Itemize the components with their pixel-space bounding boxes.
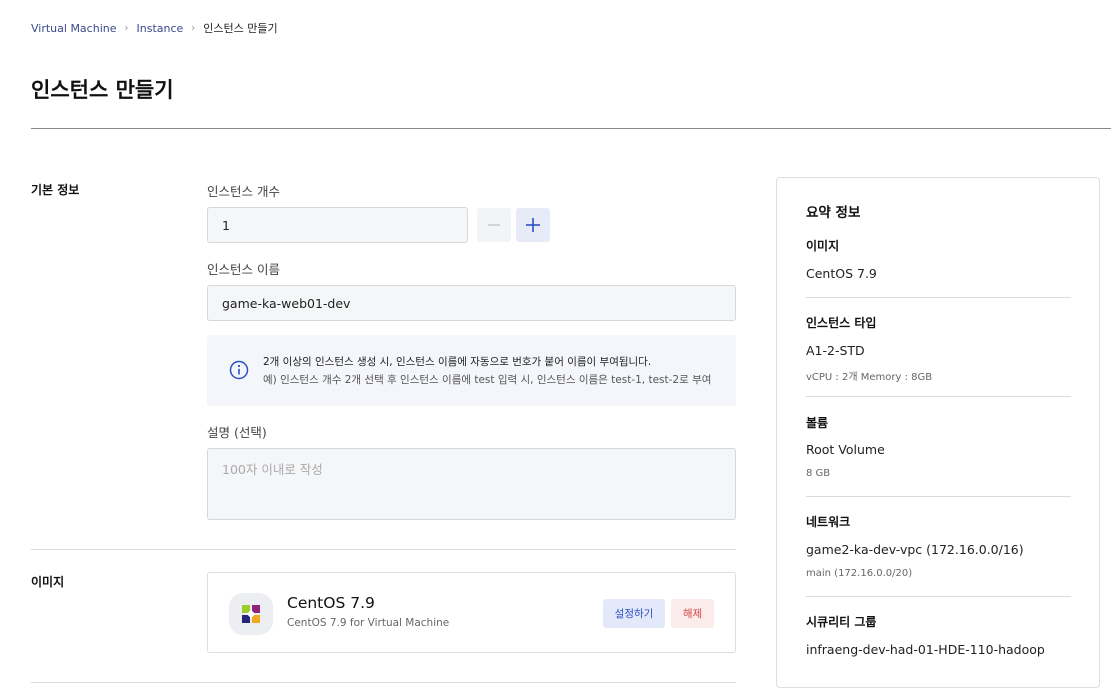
os-description: CentOS 7.9 for Virtual Machine bbox=[287, 617, 450, 629]
instance-count-label: 인스턴스 개수 bbox=[207, 184, 280, 199]
summary-security-group-value: infraeng-dev-had-01-HDE-110-hadoop bbox=[806, 642, 1045, 657]
summary-image-value: CentOS 7.9 bbox=[806, 266, 877, 281]
info-icon bbox=[229, 360, 249, 380]
breadcrumb-current: 인스턴스 만들기 bbox=[203, 22, 278, 35]
section-divider bbox=[31, 549, 736, 550]
summary-network-value: game2-ka-dev-vpc (172.16.0.0/16) bbox=[806, 542, 1024, 557]
summary-divider bbox=[806, 396, 1071, 397]
summary-divider bbox=[806, 297, 1071, 298]
description-label: 설명 (선택) bbox=[207, 425, 267, 440]
summary-volume-value: Root Volume bbox=[806, 442, 885, 457]
section-label-image: 이미지 bbox=[31, 575, 65, 589]
os-name: CentOS 7.9 bbox=[287, 594, 375, 612]
summary-type-spec: vCPU : 2개 Memory : 8GB bbox=[806, 372, 933, 383]
breadcrumb: Virtual Machine › Instance › 인스턴스 만들기 bbox=[31, 20, 278, 36]
chevron-right-icon: › bbox=[191, 22, 196, 34]
summary-panel: 요약 정보 이미지 CentOS 7.9 인스턴스 타입 A1-2-STD vC… bbox=[776, 177, 1100, 688]
instance-name-label: 인스턴스 이름 bbox=[207, 262, 280, 277]
plus-icon bbox=[526, 218, 540, 232]
section-label-basic-info: 기본 정보 bbox=[31, 183, 80, 197]
image-card: CentOS 7.9 CentOS 7.9 for Virtual Machin… bbox=[207, 572, 736, 653]
summary-network-subnet: main (172.16.0.0/20) bbox=[806, 568, 913, 579]
increment-button[interactable] bbox=[516, 208, 550, 242]
section-divider bbox=[31, 682, 736, 683]
summary-network-heading: 네트워크 bbox=[806, 515, 851, 529]
configure-button[interactable]: 설정하기 bbox=[603, 599, 665, 628]
release-button[interactable]: 해제 bbox=[671, 599, 714, 628]
summary-image-heading: 이미지 bbox=[806, 239, 840, 253]
summary-type-value: A1-2-STD bbox=[806, 343, 865, 358]
summary-divider bbox=[806, 496, 1071, 497]
info-text-line1: 2개 이상의 인스턴스 생성 시, 인스턴스 이름에 자동으로 번호가 붙어 이… bbox=[263, 356, 652, 368]
summary-volume-size: 8 GB bbox=[806, 468, 831, 479]
instance-count-input[interactable]: 1 bbox=[207, 207, 468, 243]
description-textarea[interactable]: 100자 이내로 작성 bbox=[207, 448, 736, 520]
breadcrumb-instance[interactable]: Instance bbox=[137, 22, 184, 35]
info-text-line2: 예) 인스턴스 개수 2개 선택 후 인스턴스 이름에 test 입력 시, 인… bbox=[263, 374, 712, 386]
summary-divider bbox=[806, 596, 1071, 597]
summary-volume-heading: 볼륨 bbox=[806, 416, 829, 430]
title-divider bbox=[31, 128, 1111, 129]
info-notice: 2개 이상의 인스턴스 생성 시, 인스턴스 이름에 자동으로 번호가 붙어 이… bbox=[207, 335, 736, 406]
breadcrumb-virtual-machine[interactable]: Virtual Machine bbox=[31, 22, 117, 35]
instance-name-input[interactable]: game-ka-web01-dev bbox=[207, 285, 736, 321]
summary-type-heading: 인스턴스 타입 bbox=[806, 316, 877, 330]
summary-title: 요약 정보 bbox=[806, 205, 861, 221]
minus-icon bbox=[488, 224, 500, 226]
summary-security-group-heading: 시큐리티 그룹 bbox=[806, 615, 877, 629]
chevron-right-icon: › bbox=[124, 22, 129, 34]
page-title: 인스턴스 만들기 bbox=[31, 78, 174, 102]
centos-logo-icon bbox=[229, 593, 273, 635]
decrement-button[interactable] bbox=[477, 208, 511, 242]
